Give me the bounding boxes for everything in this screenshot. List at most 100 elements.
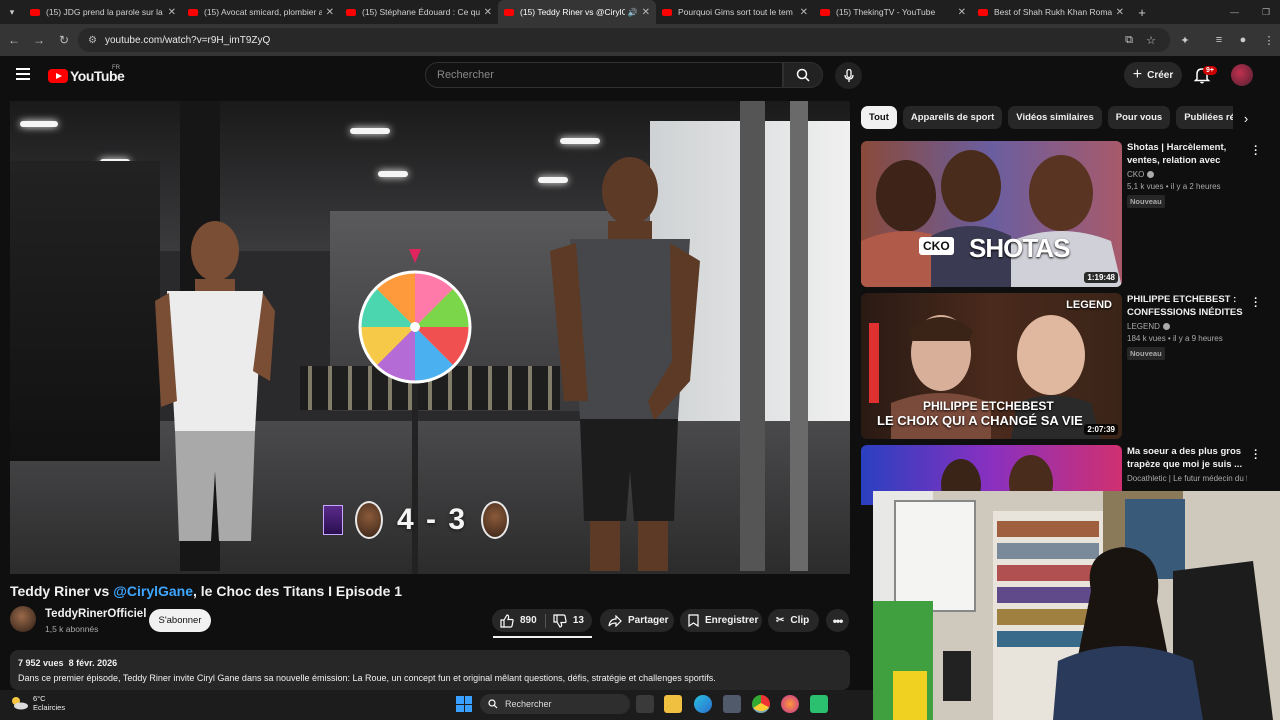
search-button[interactable] <box>783 62 823 88</box>
recommended-title[interactable]: Shotas | Harcèlement, ventes, relation a… <box>1127 142 1247 167</box>
clip-button[interactable]: ✂ Clip <box>768 609 819 632</box>
verified-check-icon <box>1162 323 1170 331</box>
browser-tab[interactable]: Best of Shah Rukh Khan Roma ✕ <box>972 0 1130 24</box>
weather-widget[interactable]: 6°C Eclaircies <box>10 694 65 712</box>
recommended-channel[interactable]: LEGEND <box>1127 322 1247 331</box>
chip-for-you[interactable]: Pour vous <box>1107 106 1171 129</box>
reload-icon[interactable]: ↻ <box>53 29 75 51</box>
search-input[interactable]: Rechercher <box>425 62 783 88</box>
close-icon[interactable]: ✕ <box>1116 7 1124 18</box>
thumbnail-logo: CKO <box>919 237 954 255</box>
app-icon[interactable] <box>810 695 828 713</box>
channel-avatar[interactable] <box>10 606 36 632</box>
recommended-thumbnail[interactable]: CKO SHOTAS 1:19:48 <box>861 141 1122 287</box>
recommended-info[interactable]: PHILIPPE ETCHEBEST : CONFESSIONS INÉDITE… <box>1127 294 1247 361</box>
chevron-right-icon[interactable]: › <box>1236 108 1256 128</box>
like-button[interactable]: 890 <box>492 609 545 632</box>
close-icon[interactable]: ✕ <box>800 7 808 18</box>
close-icon[interactable]: ✕ <box>326 7 334 18</box>
description-box[interactable]: 7 952 vues 8 févr. 2026 Dans ce premier … <box>10 650 850 690</box>
browser-tab[interactable]: (15) JDG prend la parole sur la ✕ <box>24 0 182 24</box>
more-horizontal-icon: ••• <box>832 613 844 628</box>
taskbar-search[interactable]: Rechercher <box>480 694 630 714</box>
file-explorer-icon[interactable] <box>664 695 682 713</box>
task-view-icon[interactable] <box>636 695 654 713</box>
address-bar[interactable]: ⚙ youtube.com/watch?v=r9H_imT9ZyQ <box>78 28 1170 52</box>
recommended-title[interactable]: PHILIPPE ETCHEBEST : CONFESSIONS INÉDITE… <box>1127 294 1247 319</box>
store-icon[interactable] <box>723 695 741 713</box>
recommended-meta: 5,1 k vues • il y a 2 heures <box>1127 182 1221 191</box>
firefox-icon[interactable] <box>781 695 799 713</box>
bookmark-star-icon[interactable]: ☆ <box>1140 28 1162 52</box>
create-button[interactable]: + Créer <box>1124 62 1182 88</box>
kebab-menu-icon[interactable]: · · · <box>1252 142 1260 161</box>
account-avatar[interactable] <box>1231 64 1253 86</box>
tab-groups-icon[interactable]: ≡ <box>1208 28 1230 52</box>
site-info-icon[interactable]: ⚙ <box>88 35 97 46</box>
close-icon[interactable]: ✕ <box>642 7 650 18</box>
minimize-icon[interactable]: — <box>1230 0 1239 24</box>
browser-tab-active[interactable]: (15) Teddy Riner vs @CirylG 🔊 ✕ <box>498 0 656 24</box>
squat-rack-post <box>790 101 808 571</box>
dislike-button[interactable]: 13 <box>545 609 592 632</box>
windows-taskbar: 6°C Eclaircies <box>0 690 873 720</box>
close-icon[interactable]: ✕ <box>484 7 492 18</box>
menu-icon[interactable] <box>16 68 30 80</box>
install-app-icon[interactable]: ⧉ <box>1118 28 1140 52</box>
save-button[interactable]: Enregistrer <box>680 609 762 632</box>
chip-recently-uploaded[interactable]: Publiées récem <box>1176 106 1233 129</box>
chrome-icon[interactable] <box>752 695 770 713</box>
chip-sport-equipment[interactable]: Appareils de sport <box>902 106 1003 129</box>
windows-start-icon[interactable] <box>456 696 472 712</box>
close-icon[interactable]: ✕ <box>958 7 966 18</box>
channel-name[interactable]: TeddyRinerOfficiel <box>45 608 146 620</box>
chip-all[interactable]: Tout <box>861 106 897 129</box>
profile-icon[interactable]: ● <box>1232 28 1254 52</box>
chip-similar-videos[interactable]: Vidéos similaires <box>1008 106 1102 129</box>
extensions-icon[interactable]: ✦ <box>1174 28 1196 52</box>
recommended-info[interactable]: Shotas | Harcèlement, ventes, relation a… <box>1127 142 1247 209</box>
kebab-menu-icon[interactable]: · · · <box>1252 446 1260 465</box>
recommended-channel[interactable]: CKO <box>1127 170 1247 179</box>
voice-search-button[interactable] <box>835 62 862 89</box>
new-badge: Nouveau <box>1127 195 1165 208</box>
browser-tab[interactable]: (15) Avocat smicard, plombier a ✕ <box>182 0 340 24</box>
webcam-scene-graphic <box>873 491 1280 720</box>
channel-mention-link[interactable]: @CirylGane <box>113 583 193 599</box>
share-button[interactable]: Partager <box>600 609 674 632</box>
video-duration: 1:19:48 <box>1084 272 1118 283</box>
forward-icon[interactable]: → <box>28 29 50 51</box>
score-overlay: 4 - 3 <box>323 499 510 541</box>
speaker-icon[interactable]: 🔊 <box>628 8 638 17</box>
partly-cloudy-icon <box>12 697 28 710</box>
youtube-logo[interactable]: YouTube FR <box>48 65 125 84</box>
search-icon <box>796 68 810 82</box>
browser-tab[interactable]: (15) Stéphane Édouard : Ce qui ✕ <box>340 0 498 24</box>
subscribe-button[interactable]: S'abonner <box>149 609 211 632</box>
maximize-icon[interactable]: ❐ <box>1262 0 1270 24</box>
youtube-favicon-icon <box>820 8 830 16</box>
browser-tab[interactable]: Pourquoi Gims sort tout le tem ✕ <box>656 0 814 24</box>
video-player[interactable]: 4 - 3 <box>10 101 850 574</box>
video-duration: 2:07:39 <box>1084 424 1118 435</box>
thumbnail-caption: PHILIPPE ETCHEBEST <box>923 399 1054 413</box>
search-icon <box>488 699 498 709</box>
kebab-menu-icon[interactable]: · · · <box>1252 294 1260 313</box>
browser-menu-icon[interactable]: ⋮ <box>1258 28 1280 52</box>
new-tab-button[interactable]: + <box>1130 0 1154 24</box>
filter-chips: Tout Appareils de sport Vidéos similaire… <box>861 106 1233 129</box>
recommended-channel[interactable]: Docathletic | Le futur médecin du fit... <box>1127 474 1247 483</box>
recommended-title[interactable]: Ma soeur a des plus gros trapèze que moi… <box>1127 446 1247 471</box>
close-icon[interactable]: ✕ <box>168 7 176 18</box>
thumbnail-caption: SHOTAS <box>969 233 1070 263</box>
video-title: Teddy Riner vs @CirylGane, le Choc des T… <box>10 583 403 599</box>
edge-browser-icon[interactable] <box>694 695 712 713</box>
browser-toolbar: ← → ↻ ⚙ youtube.com/watch?v=r9H_imT9ZyQ … <box>0 24 1280 56</box>
thumbnail-people-graphic <box>861 150 1122 287</box>
recommended-thumbnail[interactable]: LEGEND PHILIPPE ETCHEBEST LE CHOIX QUI A… <box>861 293 1122 439</box>
more-actions-button[interactable]: ••• <box>826 609 849 632</box>
back-icon[interactable]: ← <box>3 29 25 51</box>
recommended-info[interactable]: Ma soeur a des plus gros trapèze que moi… <box>1127 446 1247 483</box>
browser-tab[interactable]: (15) ThekingTV - YouTube ✕ <box>814 0 972 24</box>
tab-search-button[interactable]: ▾ <box>0 0 24 24</box>
